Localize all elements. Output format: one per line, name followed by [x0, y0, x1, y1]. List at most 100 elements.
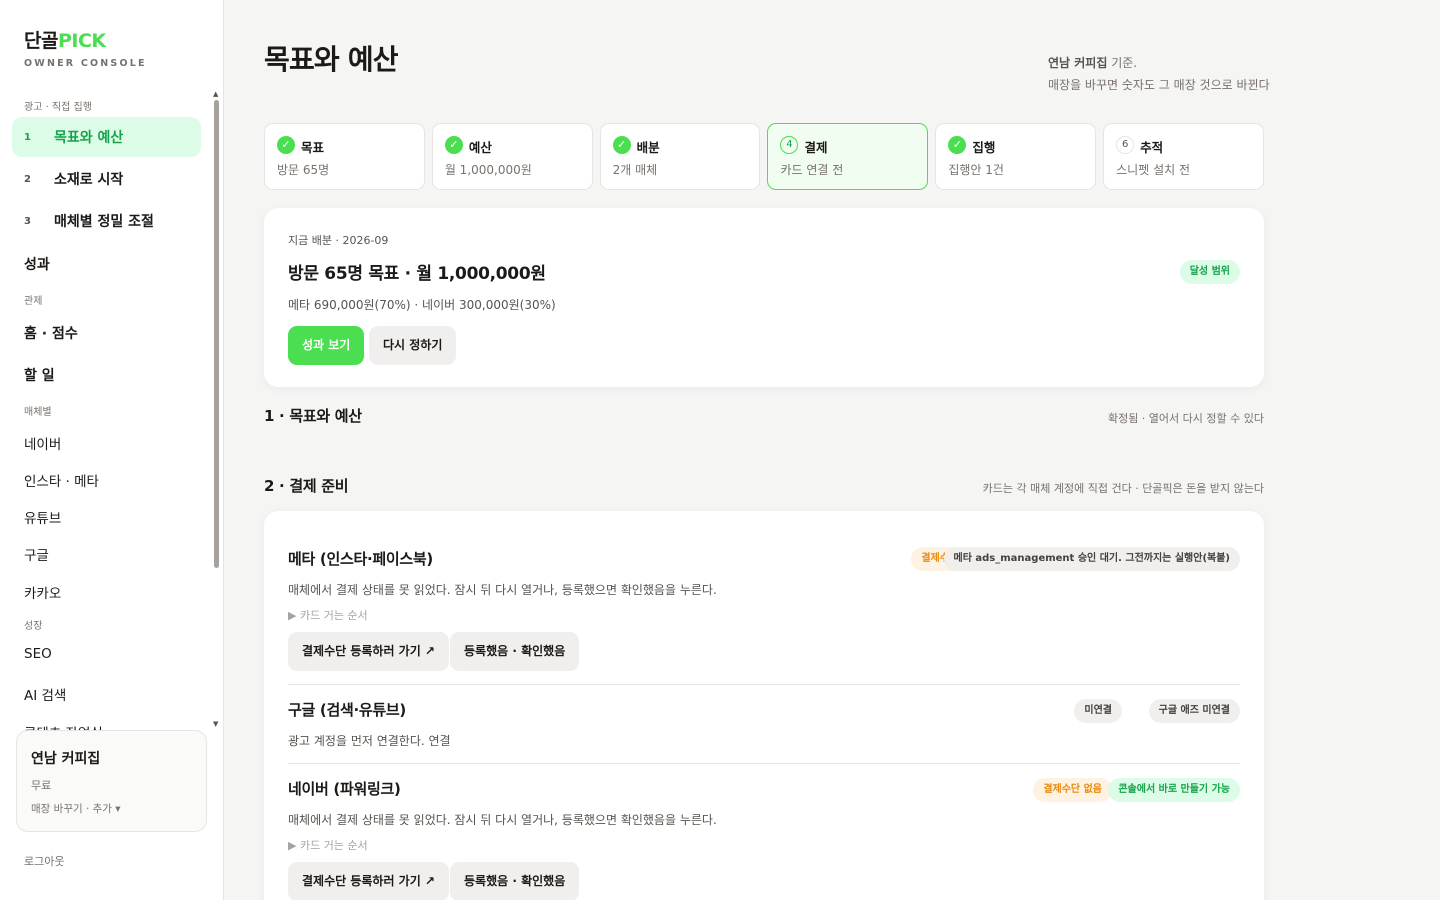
confirm-registered-button[interactable]: 등록했음 · 확인했음 — [450, 632, 580, 671]
section-payment-title: 2 · 결제 준비 — [264, 477, 349, 495]
payment-meta-title: 메타 (인스타·페이스북) — [288, 550, 433, 568]
payment-card: 메타 (인스타·페이스북) 결제수단 없음 메타 ads_management … — [264, 511, 1264, 900]
sidebar-item-meta[interactable]: 인스타 · 메타 — [24, 470, 99, 490]
status-badge: 결제수단 없음 — [1033, 778, 1112, 802]
summary-eyebrow: 지금 배분 · 2026-09 — [288, 234, 389, 247]
sidebar-item-goal-budget[interactable]: 1 목표와 예산 — [12, 117, 201, 157]
main-content: 목표와 예산 연남 커피집 기준. 매장을 바꾸면 숫자도 그 매장 것으로 바… — [224, 0, 1440, 900]
sidebar-item-kakao[interactable]: 카카오 — [24, 582, 61, 602]
progress-steps: ✓ 목표 방문 65명 ✓ 예산 월 1,000,000원 ✓ 배분 2개 매체… — [264, 123, 1264, 190]
sidebar-item-label: 소재로 시작 — [54, 172, 124, 188]
context-suffix: 기준. — [1107, 56, 1138, 70]
summary-title: 방문 65명 목표 · 월 1,000,000원 — [288, 264, 546, 284]
check-icon: ✓ — [612, 136, 631, 154]
sidebar-item-naver[interactable]: 네이버 — [24, 433, 61, 453]
scrollbar-thumb[interactable] — [214, 100, 219, 568]
brand-subtitle: OWNER CONSOLE — [24, 58, 147, 69]
step-goal[interactable]: ✓ 목표 방문 65명 — [264, 123, 425, 190]
logout-link[interactable]: 로그아웃 — [24, 853, 64, 869]
payment-google-desc: 광고 계정을 먼저 연결한다. 연결 — [288, 734, 451, 748]
payment-meta-desc: 매체에서 결제 상태를 못 읽었다. 잠시 뒤 다시 열거나, 등록했으면 확인… — [288, 583, 717, 597]
sidebar-nav: 광고 · 직접 집행 1 목표와 예산 2 소재로 시작 3 매체별 정밀 조절 성과… — [0, 92, 222, 732]
payment-naver-title: 네이버 (파워링크) — [288, 780, 401, 798]
context-hint: 매장을 바꾸면 숫자도 그 매장 것으로 바뀐다 — [1048, 78, 1270, 92]
step-status: 집행안 1건 — [948, 163, 1004, 177]
sidebar-item-seo[interactable]: SEO — [24, 646, 52, 662]
step-label: 추적 — [1140, 140, 1164, 155]
store-switcher[interactable]: 연남 커피집 무료 매장 바꾸기 · 추가 ▾ — [16, 730, 207, 832]
nav-section-media: 매체별 — [24, 407, 52, 418]
achievement-badge: 달성 범위 — [1179, 260, 1240, 284]
view-performance-button[interactable]: 성과 보기 — [288, 326, 365, 365]
store-name: 연남 커피집 — [31, 751, 101, 767]
divider — [288, 763, 1240, 764]
step-number: 2 — [24, 173, 31, 185]
sidebar-item-home[interactable]: 홈 · 점수 — [24, 323, 78, 343]
payment-google-title: 구글 (검색·유튜브) — [288, 701, 406, 719]
step-label: 예산 — [468, 140, 492, 155]
section-goal-note: 확정됨 · 열어서 다시 정할 수 있다 — [1107, 412, 1264, 425]
sidebar-item-creative[interactable]: 2 소재로 시작 — [12, 159, 201, 199]
sidebar-scrollbar[interactable]: ▲ ▼ — [213, 90, 221, 730]
step-label: 결제 — [804, 140, 828, 155]
step-label: 집행 — [972, 140, 996, 155]
brand-name-b: PICK — [57, 30, 106, 52]
check-icon: ✓ — [948, 136, 967, 154]
status-badge: 메타 ads_management 승인 대기. 그전까지는 실행안(복붙) — [943, 547, 1240, 571]
divider — [288, 684, 1240, 685]
sidebar-item-google[interactable]: 구글 — [24, 544, 49, 564]
page-title: 목표와 예산 — [264, 43, 399, 76]
check-icon: ✓ — [444, 136, 463, 154]
status-badge: 콘솔에서 바로 만들기 가능 — [1108, 778, 1240, 802]
summary-split: 메타 690,000원(70%) · 네이버 300,000원(30%) — [288, 298, 556, 312]
step-status: 스니펫 설치 전 — [1116, 163, 1191, 177]
context-store-name: 연남 커피집 — [1048, 56, 1108, 70]
page-context-note: 연남 커피집 기준. 매장을 바꾸면 숫자도 그 매장 것으로 바뀐다 — [1048, 52, 1270, 96]
status-badge: 구글 애즈 미연결 — [1148, 699, 1240, 723]
sidebar: 단골PICK OWNER CONSOLE 광고 · 직접 집행 1 목표와 예산 … — [0, 0, 224, 900]
status-badge: 미연결 — [1074, 699, 1122, 723]
sidebar-item-performance[interactable]: 성과 — [24, 254, 50, 274]
step-status: 카드 연결 전 — [780, 163, 844, 177]
card-steps-toggle[interactable]: ▶ 카드 거는 순서 — [288, 837, 368, 853]
sidebar-item-media-tuning[interactable]: 3 매체별 정밀 조절 — [12, 201, 201, 241]
register-payment-button[interactable]: 결제수단 등록하러 가기 ↗ — [288, 862, 449, 900]
allocation-summary-card: 지금 배분 · 2026-09 방문 65명 목표 · 월 1,000,000원… — [264, 208, 1264, 387]
card-steps-toggle[interactable]: ▶ 카드 거는 순서 — [288, 607, 368, 623]
register-payment-button[interactable]: 결제수단 등록하러 가기 ↗ — [288, 632, 449, 671]
store-plan: 무료 — [31, 779, 52, 792]
payment-naver-desc: 매체에서 결제 상태를 못 읽었다. 잠시 뒤 다시 열거나, 등록했으면 확인… — [288, 813, 717, 827]
step-payment[interactable]: 4 결제 카드 연결 전 — [767, 123, 929, 190]
sidebar-item-label: 매체별 정밀 조절 — [54, 214, 154, 230]
sidebar-item-youtube[interactable]: 유튜브 — [24, 507, 61, 527]
scroll-up-icon[interactable]: ▲ — [213, 90, 218, 98]
confirm-registered-button[interactable]: 등록했음 · 확인했음 — [450, 862, 580, 900]
step-number-icon: 4 — [780, 136, 799, 154]
scroll-down-icon[interactable]: ▼ — [213, 720, 218, 728]
step-status: 방문 65명 — [277, 163, 330, 177]
step-label: 배분 — [636, 140, 660, 155]
nav-section-monitor: 관제 — [24, 296, 43, 307]
store-switch-link[interactable]: 매장 바꾸기 · 추가 ▾ — [31, 801, 121, 816]
step-tracking[interactable]: 6 추적 스니펫 설치 전 — [1103, 123, 1264, 190]
nav-section-ads: 광고 · 직접 집행 — [24, 102, 92, 113]
step-execution[interactable]: ✓ 집행 집행안 1건 — [935, 123, 1097, 190]
brand-name-a: 단골 — [24, 30, 58, 52]
sidebar-item-label: 목표와 예산 — [54, 130, 124, 146]
step-status: 2개 매체 — [612, 163, 658, 177]
brand-logo[interactable]: 단골PICK — [24, 26, 106, 53]
step-label: 목표 — [301, 140, 325, 155]
sidebar-item-todo[interactable]: 할 일 — [24, 365, 55, 385]
section-payment-note: 카드는 각 매체 계정에 직접 건다 · 단골픽은 돈을 받지 않는다 — [982, 482, 1264, 495]
check-icon: ✓ — [277, 136, 295, 154]
step-budget[interactable]: ✓ 예산 월 1,000,000원 — [431, 123, 593, 190]
step-allocation[interactable]: ✓ 배분 2개 매체 — [599, 123, 761, 190]
step-number-icon: 6 — [1116, 136, 1135, 154]
step-number: 3 — [24, 215, 31, 227]
nav-section-growth: 성장 — [24, 621, 43, 632]
step-status: 월 1,000,000원 — [444, 163, 532, 177]
step-number: 1 — [24, 131, 31, 143]
section-goal-title[interactable]: 1 · 목표와 예산 — [264, 405, 362, 426]
sidebar-item-ai-search[interactable]: AI 검색 — [24, 684, 66, 704]
redo-button[interactable]: 다시 정하기 — [369, 326, 457, 365]
